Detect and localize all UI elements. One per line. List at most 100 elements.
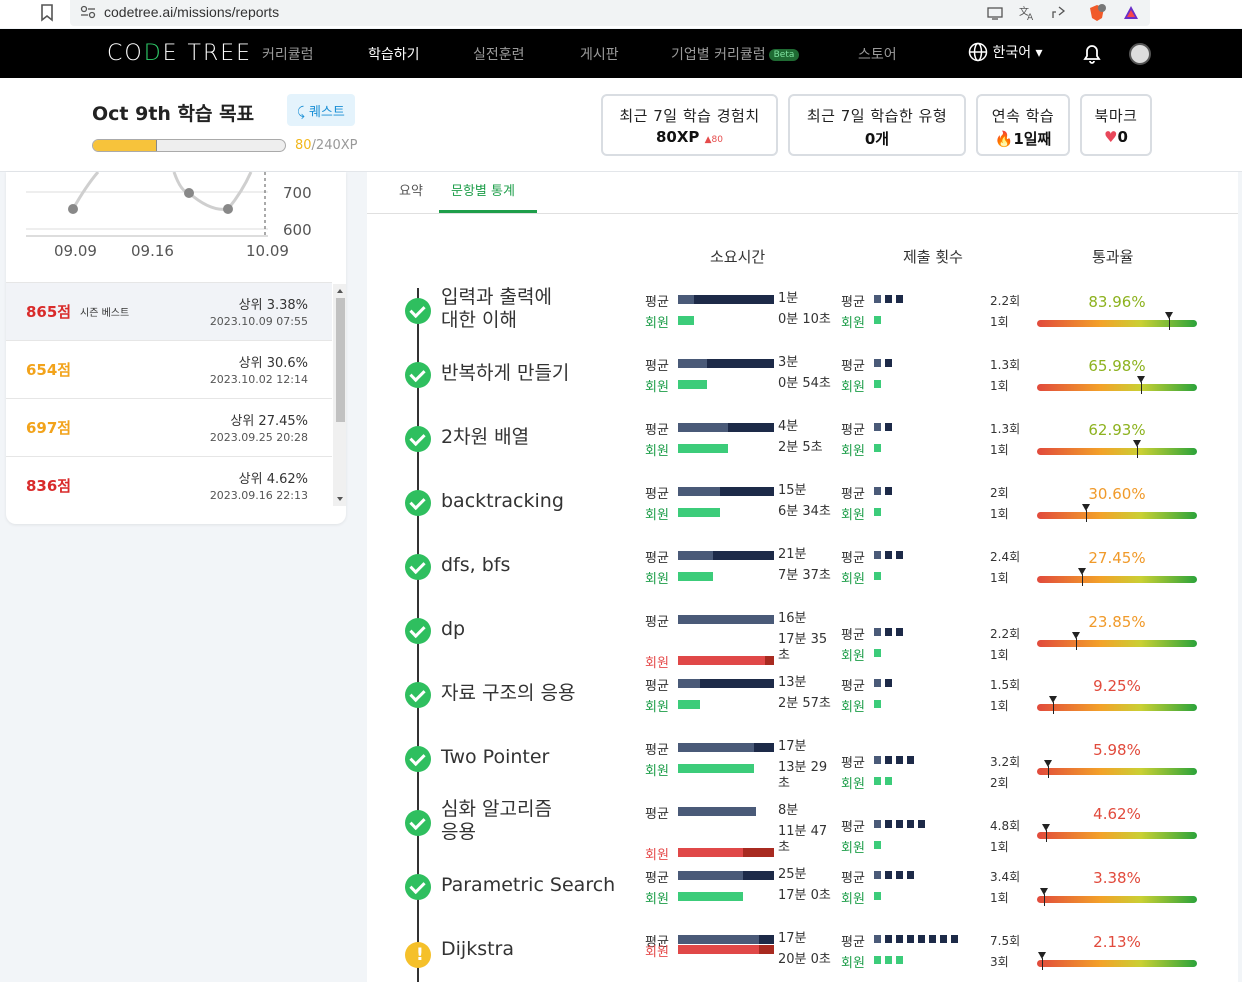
topic-row[interactable]: 반복하게 만들기 평균 회원 3분 0분 54초 평균 회원 1.3회 1회 65.98% [367, 344, 1238, 408]
topic-name[interactable]: 심화 알고리즘 응용 [441, 798, 552, 844]
avg-submission-block [874, 820, 881, 828]
profile-avatar[interactable] [1129, 43, 1151, 65]
nav-store[interactable]: 스토어 [858, 44, 897, 64]
nav-curriculum[interactable]: 커리큘럼 [262, 44, 314, 64]
topic-row[interactable]: 심화 알고리즘 응용 평균 회원 8분 11분 47 초 평균 회원 4.8회 1회 4.62% [367, 792, 1238, 863]
member-label: 회원 [645, 892, 669, 907]
topic-name[interactable]: 2차원 배열 [441, 426, 529, 449]
member-submission-block [885, 956, 892, 964]
score-row[interactable]: 654점 상위 30.6% 2023.10.02 12:14 [6, 340, 332, 398]
topic-row[interactable]: ! Dijkstra 평균 회원 17분 20분 0초 평균 회원 7.5회 3회 2.13% [367, 920, 1238, 982]
topic-row[interactable]: 입력과 출력에 대한 이해 평균 회원 1분 0분 10초 평균 회원 2.2회 1회 83.96… [367, 280, 1238, 344]
tab-problem-stats[interactable]: 문항별 통계 [451, 180, 515, 199]
member-time: 13분 29 초 [778, 760, 828, 791]
url-text[interactable]: codetree.ai/missions/reports [104, 4, 279, 20]
avg-submission-block [885, 295, 892, 303]
topic-name[interactable]: dp [441, 618, 465, 641]
tab-summary[interactable]: 요약 [399, 180, 423, 199]
avg-submission-block [907, 756, 914, 764]
topic-row[interactable]: dfs, bfs 평균 회원 21분 7분 37초 평균 회원 2.4회 1회 27.45% [367, 536, 1238, 600]
heart-icon: ♥ [1104, 128, 1118, 146]
avg-submission-block [874, 935, 881, 943]
avg-count: 2.2회 [990, 294, 1021, 308]
member-label: 회원 [645, 700, 669, 715]
member-count: 1회 [990, 443, 1009, 457]
address-bar[interactable]: codetree.ai/missions/reports 文A [70, 0, 1150, 26]
avg-submission-block [885, 359, 892, 367]
translate-icon[interactable]: 文A [1018, 4, 1036, 22]
score-line-chart: 700 600 09.09 09.16 10.09 [26, 172, 312, 260]
check-icon [405, 362, 431, 388]
nav-board[interactable]: 게시판 [580, 44, 619, 64]
nav-practice[interactable]: 실전훈련 [473, 44, 525, 64]
topic-name[interactable]: 반복하게 만들기 [441, 362, 569, 385]
pass-rate-gauge [1037, 768, 1197, 775]
avg-submission-block [896, 628, 903, 636]
nav-learning[interactable]: 학습하기 [368, 44, 420, 64]
avg-submission-block [874, 487, 881, 495]
x-tick: 10.09 [246, 242, 289, 260]
topic-name[interactable]: dfs, bfs [441, 554, 510, 577]
codetree-logo[interactable]: CODE TREE [107, 41, 252, 66]
member-submission-block [874, 700, 881, 708]
bell-icon[interactable] [1083, 44, 1101, 64]
cast-icon[interactable] [986, 4, 1004, 22]
score-row[interactable]: 865점 시즌 베스트 상위 3.38% 2023.10.09 07:55 [6, 282, 332, 340]
scroll-down-arrow-icon[interactable] [333, 494, 346, 504]
scroll-up-arrow-icon[interactable] [333, 286, 346, 296]
topic-row[interactable]: Two Pointer 평균 회원 17분 13분 29 초 평균 회원 3.2회 2회 5.98… [367, 728, 1238, 792]
topic-row[interactable]: 자료 구조의 응용 평균 회원 13분 2분 57초 평균 회원 1.5회 1회 9.25% [367, 664, 1238, 728]
pass-rate-gauge [1037, 448, 1197, 455]
quest-button[interactable]: ⤹ 퀘스트 [287, 94, 355, 126]
member-count: 3회 [990, 955, 1009, 969]
member-label: 회원 [645, 945, 669, 960]
avg-label: 평균 [841, 756, 865, 771]
avg-time: 3분 [778, 355, 799, 370]
topic-name[interactable]: Two Pointer [441, 746, 549, 769]
topic-name[interactable]: 입력과 출력에 대한 이해 [441, 286, 552, 332]
topic-row[interactable]: backtracking 평균 회원 15분 6분 34초 평균 회원 2회 1회 30.60% [367, 472, 1238, 536]
avg-label: 평균 [841, 423, 865, 438]
avg-time: 4분 [778, 419, 799, 434]
nav-company-curriculum[interactable]: 기업별 커리큘럼 Beta [671, 44, 800, 64]
avg-time: 17분 [778, 739, 807, 754]
share-icon[interactable] [1050, 4, 1068, 22]
scroll-thumb[interactable] [336, 298, 345, 422]
topic-name[interactable]: 자료 구조의 응용 [441, 682, 575, 705]
topic-row[interactable]: dp 평균 회원 16분 17분 35 초 평균 회원 2.2회 1회 23.85% [367, 600, 1238, 671]
topic-name[interactable]: Dijkstra [441, 938, 514, 961]
stat-bookmarks[interactable]: 북마크 ♥0 [1080, 94, 1152, 156]
score-row[interactable]: 836점 상위 4.62% 2023.09.16 22:13 [6, 456, 332, 514]
bookmark-icon[interactable] [40, 4, 54, 22]
avg-time-bar [720, 487, 774, 496]
language-selector[interactable]: 한국어 ▾ [968, 42, 1043, 62]
member-label: 회원 [841, 700, 865, 715]
data-point [223, 204, 233, 214]
avg-time-bar [678, 295, 694, 304]
brave-rewards-icon[interactable] [1122, 4, 1140, 22]
score-list-scrollbar[interactable] [333, 284, 346, 506]
site-settings-icon[interactable] [80, 5, 96, 19]
member-time-bar [678, 572, 713, 581]
pass-rate-marker [1137, 376, 1145, 394]
member-count: 1회 [990, 840, 1009, 854]
topic-row[interactable]: Parametric Search 평균 회원 25분 17분 0초 평균 회원 3.4회 1회… [367, 856, 1238, 920]
member-submission-block [874, 444, 881, 452]
topic-name[interactable]: backtracking [441, 490, 564, 513]
season-best-badge: 시즌 베스트 [80, 308, 130, 319]
topic-name[interactable]: Parametric Search [441, 874, 615, 897]
pass-rate-value: 5.98% [1093, 741, 1141, 759]
avg-time: 16분 [778, 611, 807, 626]
xp-progress-fill [93, 140, 157, 151]
avg-count: 2.2회 [990, 627, 1021, 641]
statistics-panel: 요약 문항별 통계 소요시간 제출 횟수 통과율 입력과 출력에 대한 이해 평균… [367, 172, 1238, 982]
data-point [184, 188, 194, 198]
avg-time-bar [707, 359, 774, 368]
pass-rate-value: 83.96% [1088, 293, 1146, 311]
topic-row[interactable]: 2차원 배열 평균 회원 4분 2분 5초 평균 회원 1.3회 1회 62.93% [367, 408, 1238, 472]
pass-rate-marker [1049, 696, 1057, 714]
brave-shield-icon[interactable] [1088, 4, 1106, 22]
avg-time-bar [754, 743, 774, 752]
score-row[interactable]: 697점 상위 27.45% 2023.09.25 20:28 [6, 398, 332, 456]
member-label: 회원 [645, 316, 669, 331]
